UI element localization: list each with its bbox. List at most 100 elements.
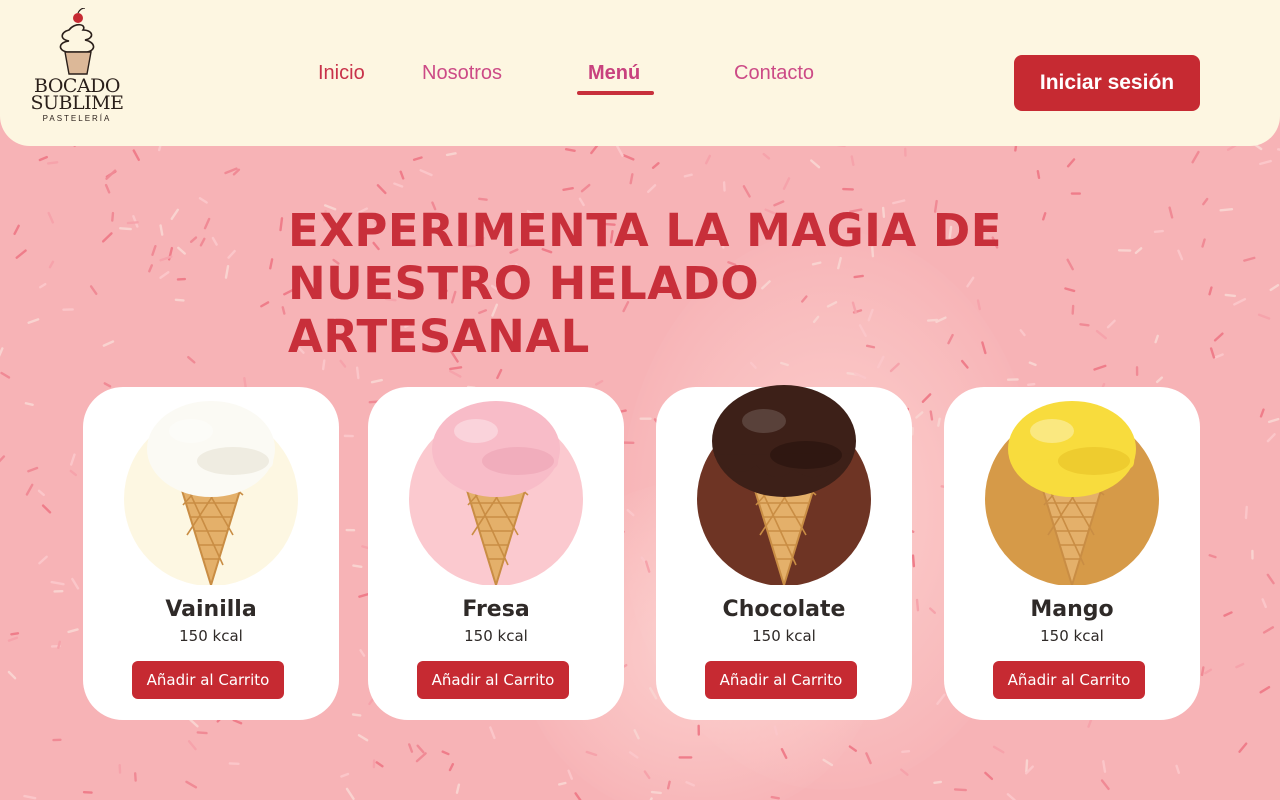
sprinkle [1200,666,1205,677]
sprinkle [27,318,40,324]
sprinkle [780,747,788,760]
sprinkle [615,144,624,157]
sprinkle [126,221,139,225]
sprinkle [937,417,941,427]
brand-subtitle: PASTELERÍA [42,114,112,123]
sprinkle [38,282,47,289]
sprinkle [1213,353,1224,360]
sprinkle [626,508,635,517]
sprinkle [102,340,115,347]
sprinkle [13,224,20,236]
sprinkle [1224,293,1237,298]
sprinkle [185,780,198,789]
product-calories: 150 kcal [464,627,528,645]
add-to-cart-button[interactable]: Añadir al Carrito [417,661,569,699]
sprinkle [416,744,425,754]
sprinkle [1235,662,1245,669]
sprinkle [1095,329,1107,340]
sprinkle [1238,742,1248,753]
sprinkle [742,185,751,198]
login-button[interactable]: Iniciar sesión [1014,55,1200,111]
sprinkle [915,598,920,612]
sprinkle [151,244,157,256]
product-card: Fresa 150 kcal Añadir al Carrito [368,387,624,720]
brand-logo[interactable]: BOCADO SUBLIME PASTELERÍA [18,8,136,134]
sprinkle [1261,598,1267,609]
sprinkle [359,649,366,657]
sprinkle [574,792,582,800]
sprinkle [1208,286,1213,296]
sprinkle [1209,347,1216,359]
sprinkle [441,750,450,756]
nav-item-contacto[interactable]: Contacto [734,62,814,85]
sprinkle [1066,158,1076,168]
sprinkle [281,306,286,315]
sprinkle [984,771,994,781]
sprinkle [57,640,62,649]
sprinkle [1064,287,1076,293]
sprinkle [189,718,199,728]
sprinkle [1266,573,1275,585]
product-name: Vainilla [165,597,257,622]
site-header: BOCADO SUBLIME PASTELERÍA Inicio Nosotro… [0,0,1280,146]
sprinkle [159,224,164,236]
sprinkle [189,236,198,243]
sprinkle [224,264,230,279]
sprinkle [1134,247,1143,255]
sprinkle [174,298,185,302]
sprinkle [37,489,46,497]
sprinkle [929,410,934,421]
sprinkle [376,184,387,195]
sprinkle [650,790,662,795]
sprinkle [0,455,6,463]
sprinkle [564,148,576,153]
add-to-cart-button[interactable]: Añadir al Carrito [705,661,857,699]
sprinkle [901,749,911,754]
sprinkle [101,232,113,243]
sprinkle [196,731,208,735]
product-name: Chocolate [722,597,846,622]
sprinkle [1102,760,1107,773]
sprinkle [1259,408,1265,418]
sprinkle [46,161,59,165]
add-to-cart-button[interactable]: Añadir al Carrito [993,661,1145,699]
sprinkle [177,246,186,255]
sprinkle [41,504,52,514]
sprinkle [408,743,414,753]
sprinkle [357,734,369,742]
ice-cream-scoop [432,401,560,497]
nav-item-nosotros[interactable]: Nosotros [422,62,502,85]
sprinkle [1204,668,1213,675]
ice-cream-scoop [1008,401,1136,497]
sprinkle [187,356,196,364]
sprinkle [399,170,405,180]
add-to-cart-button[interactable]: Añadir al Carrito [132,661,284,699]
sprinkle [448,762,455,772]
sprinkle [1177,249,1184,261]
sprinkle [704,154,712,165]
sprinkle [810,159,821,169]
sprinkle [1025,759,1029,773]
sprinkle [1223,611,1233,617]
product-card: Mango 150 kcal Añadir al Carrito [944,387,1200,720]
sprinkle [911,554,916,568]
product-name: Fresa [462,597,530,622]
sprinkle [1066,258,1074,271]
hero-title: EXPERIMENTA LA MAGIA DE NUESTRO HELADO A… [288,204,1048,363]
sprinkle [48,260,55,269]
sprinkle [69,453,76,466]
product-card: Chocolate 150 kcal Añadir al Carrito [656,385,912,720]
sprinkle [1266,433,1276,443]
sprinkle [23,794,37,800]
sprinkle [773,725,778,736]
nav-item-inicio[interactable]: Inicio [318,62,365,85]
sprinkle [67,628,79,634]
sprinkle [562,187,574,191]
sprinkle [47,211,55,224]
sprinkle [119,227,132,231]
sprinkle [629,173,634,185]
sprinkle [992,745,1005,754]
sprinkle [412,156,423,161]
nav-item-menu[interactable]: Menú [588,62,640,85]
sprinkle [455,783,461,794]
